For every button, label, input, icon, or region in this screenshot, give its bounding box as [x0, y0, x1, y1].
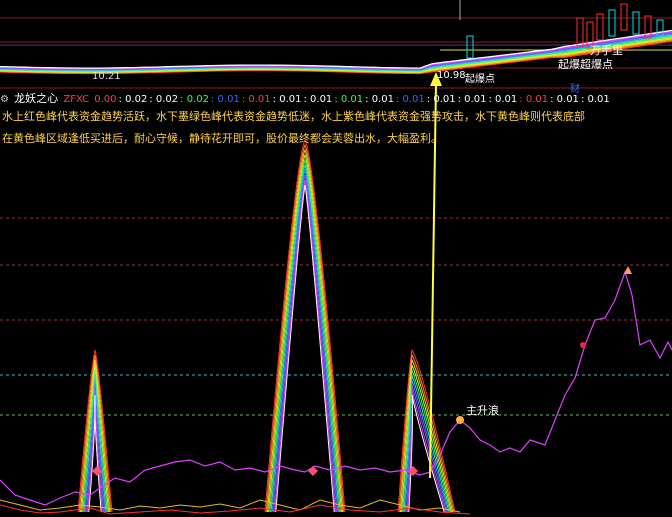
rainbow-peaks — [77, 138, 456, 513]
peak-marker — [624, 266, 632, 274]
zfxc-value: : 0.01 — [457, 94, 487, 105]
zfxc-value: : 0.01 — [365, 94, 394, 105]
candlestick — [608, 9, 616, 37]
zfxc-value: : 0.02 — [118, 94, 148, 105]
zfxc-value: : 0.01 — [550, 94, 579, 105]
settings-icon[interactable]: ⚙ — [0, 94, 9, 105]
zfxc-value: : 0.01 — [272, 94, 302, 105]
center-price-label: 10.98 — [437, 70, 466, 81]
zfxc-value: : 0.01 — [426, 94, 456, 105]
zfxc-value: : 0.02 — [180, 94, 209, 105]
zfxc-value: : 0.01 — [241, 94, 271, 105]
zfxc-value: : 0.01 — [488, 94, 518, 105]
zfxc-value: : 0.01 — [580, 94, 610, 105]
left-price-label: 10.21 — [92, 71, 121, 82]
description-line-1: 水上红色峰代表资金趋势活跃，水下墨绿色峰代表资金趋势低迷，水上紫色峰代表资金强势… — [2, 110, 585, 123]
zfxc-value: : 0.01 — [334, 94, 364, 105]
red-dot-marker — [580, 342, 586, 348]
zfxc-value: : 0.01 — [395, 94, 425, 105]
zfxc-value: : 0.01 — [211, 94, 240, 105]
zfxc-values: 0.00: 0.02: 0.02: 0.02: 0.01: 0.01: 0.01… — [94, 94, 612, 105]
candlestick — [620, 3, 628, 31]
center-signal-tag: 起爆点 — [465, 74, 495, 85]
zfxc-value: : 0.01 — [303, 94, 333, 105]
diamond-markers — [92, 466, 418, 476]
indicator-header: ⚙ 龙妖之心 ZFXC 0.00: 0.02: 0.02: 0.02: 0.01… — [0, 91, 672, 107]
candlestick — [632, 11, 640, 35]
zfxc-value: : 0.02 — [149, 94, 179, 105]
zfxc-value: 0.00 — [94, 94, 117, 105]
zfxc-label: ZFXC — [63, 94, 90, 105]
zfxc-value: : 0.01 — [519, 94, 549, 105]
signal-label: 主升浪 — [466, 404, 499, 417]
qibao-label: 起爆超爆点 — [558, 58, 613, 71]
description-line-2: 在黄色峰区域逢低买进后，耐心守候，静待花开即可，股价最终都会芙蓉出水，大幅盈利。 — [2, 132, 442, 145]
signal-marker — [456, 416, 464, 424]
indicator-title[interactable]: 龙妖之心 — [14, 92, 58, 105]
candlestick — [466, 35, 474, 59]
